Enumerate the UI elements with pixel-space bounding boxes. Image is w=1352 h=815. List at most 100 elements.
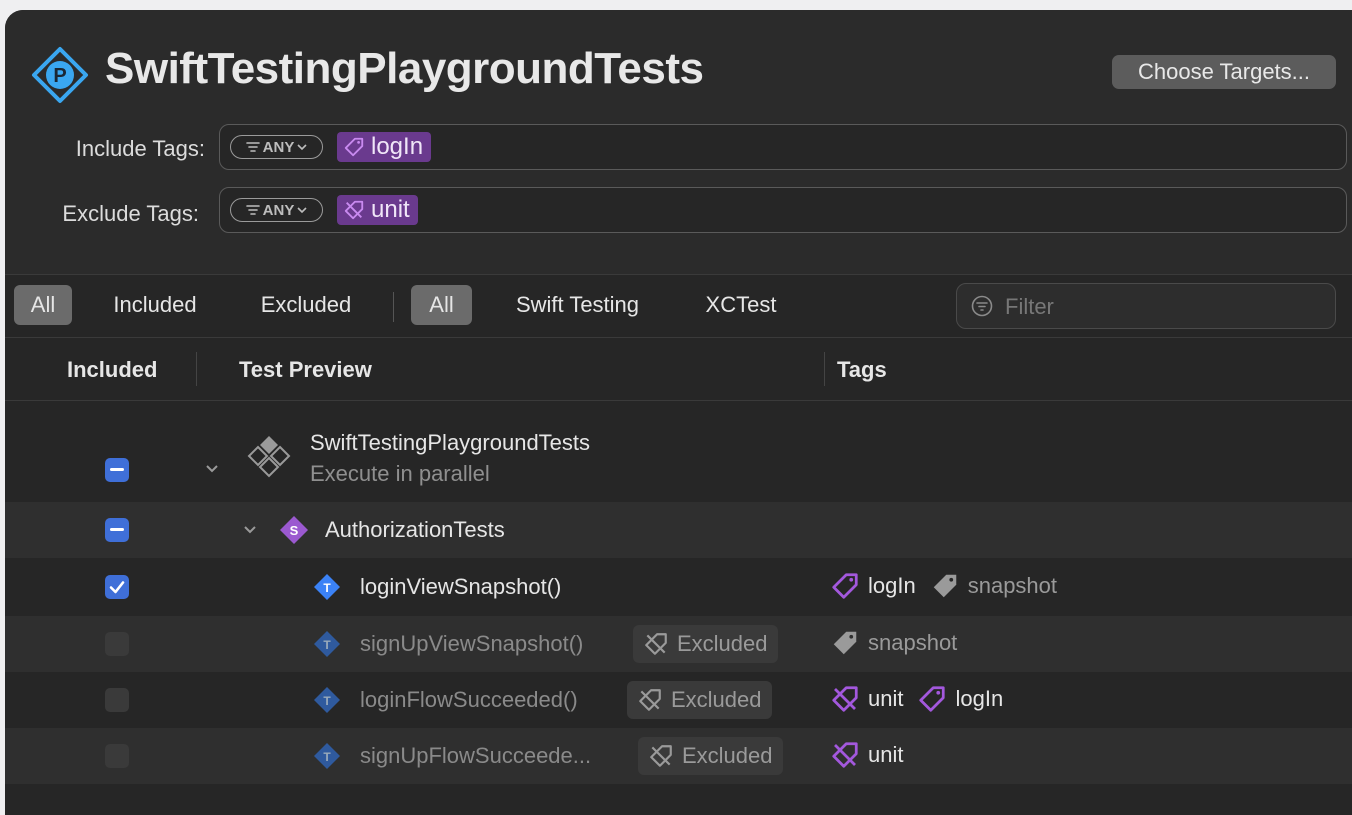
target-subtitle: Execute in parallel [310, 461, 490, 486]
tag-slash-icon [645, 633, 667, 655]
suite-name: AuthorizationTests [325, 517, 505, 542]
filter-lines-icon [245, 205, 260, 215]
chevron-down-icon [297, 207, 307, 214]
scope-all-button[interactable]: All [14, 285, 72, 325]
chevron-down-icon[interactable] [243, 523, 257, 537]
tag-slash-icon [832, 742, 858, 768]
chevron-down-icon [297, 144, 307, 151]
test-tags: snapshot [830, 628, 963, 658]
svg-text:T: T [323, 750, 331, 764]
test-target-icon [247, 436, 291, 478]
test-name: loginFlowSucceeded() [360, 687, 578, 712]
framework-swift-testing-button[interactable]: Swift Testing [495, 285, 660, 325]
choose-targets-button[interactable]: Choose Targets... [1112, 55, 1336, 89]
filter-input[interactable] [1003, 292, 1327, 322]
test-name: signUpViewSnapshot() [360, 631, 584, 656]
tag-label: unit [868, 686, 904, 711]
test-tags: unit [830, 740, 909, 770]
test-include-checkbox[interactable] [105, 744, 129, 768]
test-name: signUpFlowSucceede... [360, 743, 592, 768]
exclude-match-label: ANY [262, 201, 295, 219]
tag-icon [933, 574, 956, 598]
exclude-tag-label: unit [371, 196, 410, 223]
svg-text:T: T [323, 581, 331, 595]
test-badge-icon: T [314, 743, 340, 769]
tag-slash-icon [650, 745, 672, 767]
filter-field[interactable] [956, 283, 1336, 329]
test-plan-icon: P [32, 47, 88, 103]
target-include-checkbox[interactable] [105, 458, 129, 482]
target-row[interactable]: SwiftTestingPlaygroundTests Execute in p… [5, 416, 1352, 501]
test-badge-icon: T [314, 631, 340, 657]
column-header-test-preview[interactable]: Test Preview [239, 357, 372, 383]
scope-included-button[interactable]: Included [95, 285, 215, 325]
excluded-label: Excluded [671, 687, 762, 712]
checkmark-icon [109, 581, 125, 594]
suite-badge-icon: S [280, 516, 308, 544]
filter-lines-icon [245, 142, 260, 152]
tag-icon [833, 631, 857, 655]
test-include-checkbox[interactable] [105, 575, 129, 599]
column-header-row: Included Test Preview Tags [5, 338, 1352, 400]
include-tag-label: logIn [371, 133, 424, 160]
tag-label: snapshot [868, 630, 958, 655]
excluded-badge: Excluded [638, 737, 783, 775]
excluded-badge: Excluded [627, 681, 772, 719]
tag-icon [832, 573, 858, 599]
header: P SwiftTestingPlaygroundTests Choose Tar… [5, 10, 1352, 274]
column-separator [824, 352, 825, 386]
filter-toolbar: All Included Excluded All Swift Testing … [5, 275, 1352, 337]
excluded-badge: Excluded [633, 625, 778, 663]
svg-text:T: T [323, 694, 331, 708]
suite-row[interactable]: S AuthorizationTests [5, 502, 1352, 558]
test-row[interactable]: T loginFlowSucceeded() Excluded unit log… [5, 672, 1352, 728]
test-row[interactable]: T signUpFlowSucceede... Excluded unit [5, 728, 1352, 784]
target-name: SwiftTestingPlaygroundTests [310, 430, 591, 455]
test-include-checkbox[interactable] [105, 632, 129, 656]
test-tags: logIn snapshot [830, 571, 1063, 601]
page-title: SwiftTestingPlaygroundTests [105, 44, 704, 93]
exclude-tags-label: Exclude Tags: [62, 201, 199, 226]
framework-all-button[interactable]: All [411, 285, 472, 325]
include-match-pill[interactable]: ANY [230, 135, 323, 159]
scope-excluded-button[interactable]: Excluded [245, 285, 367, 325]
tag-chip: unit [830, 684, 903, 714]
column-header-included[interactable]: Included [67, 357, 157, 383]
tag-chip: logIn [917, 684, 1003, 714]
include-tags-label: Include Tags: [75, 136, 205, 161]
suite-badge-letter: S [290, 523, 299, 538]
tag-slash-icon [639, 689, 661, 711]
chevron-down-icon[interactable] [205, 462, 219, 476]
column-separator [196, 352, 197, 386]
include-tag-token[interactable]: logIn [337, 132, 432, 162]
svg-text:T: T [323, 638, 331, 652]
tag-chip: unit [830, 740, 903, 770]
svg-text:P: P [53, 65, 66, 87]
test-row[interactable]: T loginViewSnapshot() logIn snapshot [5, 559, 1352, 615]
tag-slash-icon [832, 686, 858, 712]
tag-slash-icon [344, 200, 364, 220]
test-name: loginViewSnapshot() [360, 574, 562, 599]
excluded-label: Excluded [677, 631, 768, 656]
tag-icon [344, 137, 364, 157]
exclude-tags-field[interactable]: ANY unit [219, 187, 1347, 233]
excluded-label: Excluded [682, 743, 773, 768]
column-header-tags[interactable]: Tags [837, 357, 887, 383]
exclude-tag-token[interactable]: unit [337, 195, 418, 225]
test-badge-icon: T [314, 687, 340, 713]
window: P SwiftTestingPlaygroundTests Choose Tar… [5, 10, 1352, 815]
suite-include-checkbox[interactable] [105, 518, 129, 542]
include-tags-field[interactable]: ANY logIn [219, 124, 1347, 170]
divider [5, 400, 1352, 401]
tag-label: logIn [868, 573, 916, 598]
framework-xctest-button[interactable]: XCTest [689, 285, 793, 325]
test-row[interactable]: T signUpViewSnapshot() Excluded snapshot [5, 616, 1352, 672]
filter-icon [971, 295, 993, 317]
test-badge-icon: T [314, 574, 340, 600]
tag-icon [919, 686, 946, 712]
tag-chip: logIn [830, 571, 916, 601]
test-include-checkbox[interactable] [105, 688, 129, 712]
exclude-match-pill[interactable]: ANY [230, 198, 323, 222]
tag-label: unit [868, 742, 904, 767]
toolbar-separator [393, 292, 394, 322]
